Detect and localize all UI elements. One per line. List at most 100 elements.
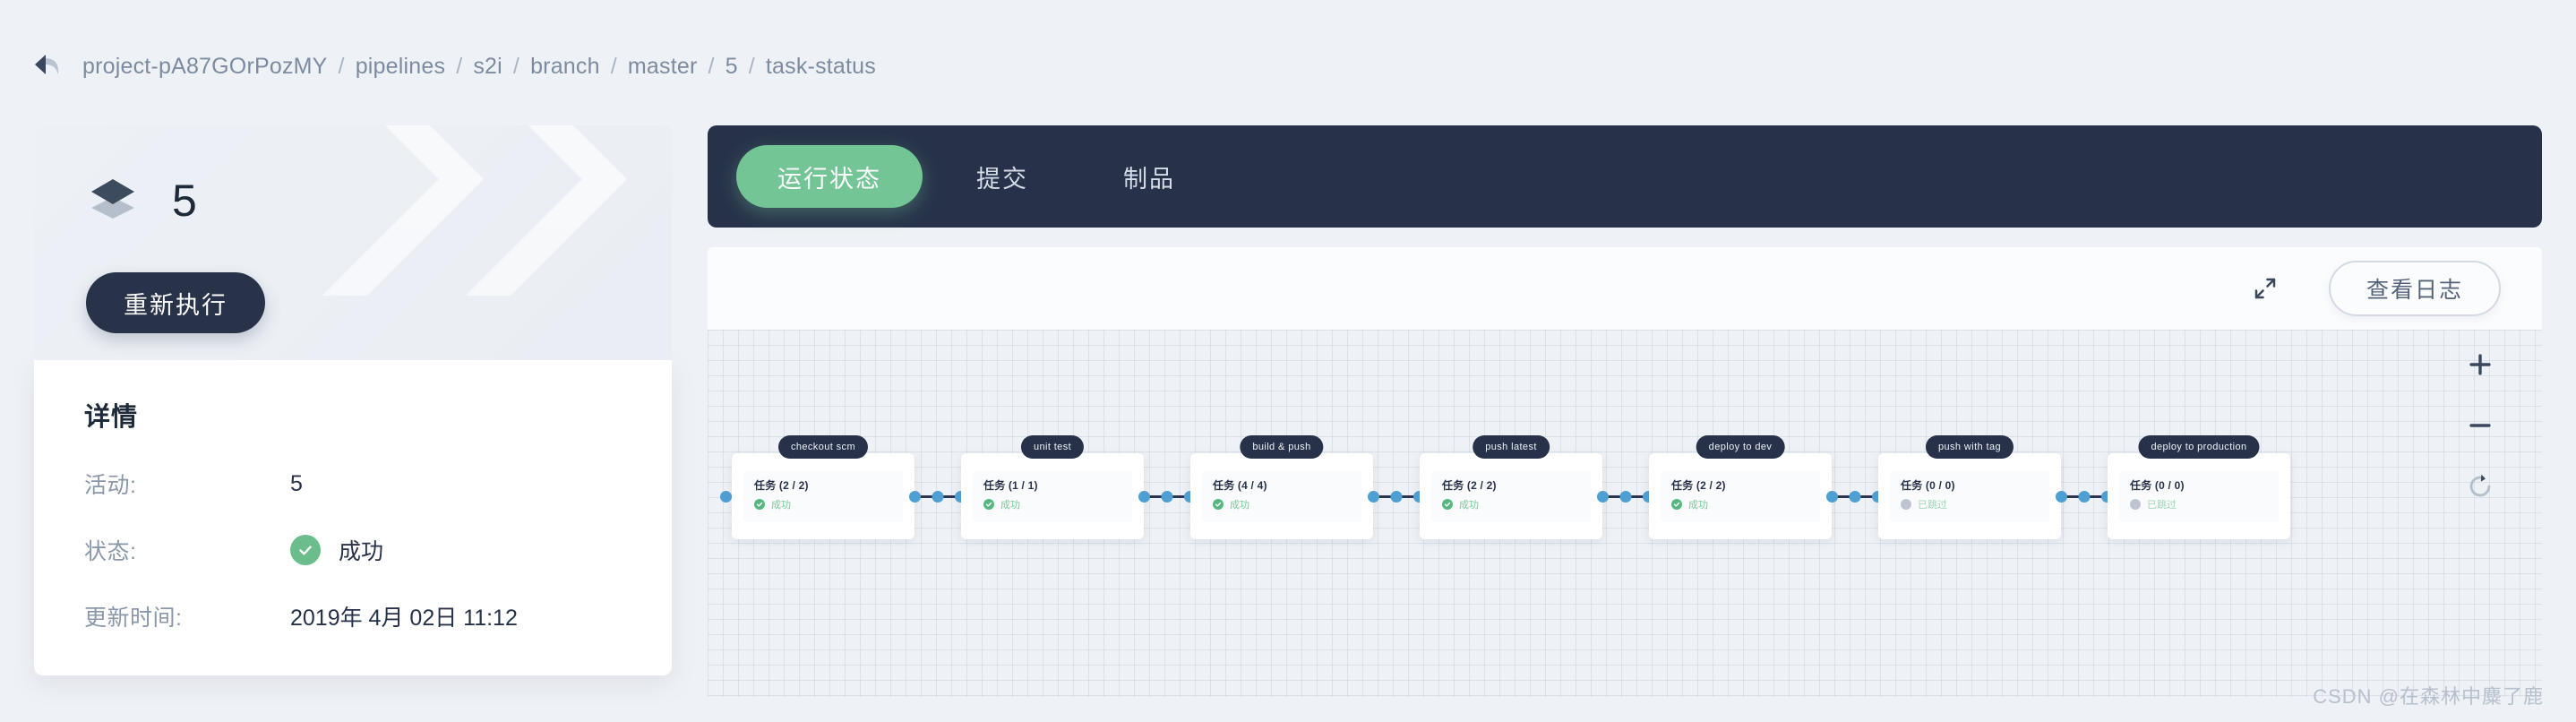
run-number: 5 (172, 176, 197, 226)
connector-node (2078, 490, 2091, 503)
detail-row-updated: 更新时间: 2019年 4月 02日 11:12 (84, 600, 622, 632)
success-check-icon (754, 499, 765, 510)
back-arrow-icon[interactable] (32, 53, 63, 80)
skipped-circle-icon (1901, 499, 1911, 510)
stage-task-count: 任务 (2 / 2) (754, 479, 809, 492)
breadcrumb-item-pipelines[interactable]: pipelines (356, 54, 445, 80)
detail-label-status: 状态: (84, 539, 137, 564)
detail-row-activity: 活动: 5 (84, 468, 622, 500)
refresh-icon[interactable] (2465, 471, 2495, 502)
breadcrumb: project-pA87GOrPozMY / pipelines / s2i /… (0, 43, 876, 90)
connector-node (909, 490, 921, 503)
zoom-controls (2465, 349, 2495, 502)
detail-row-status: 状态: 成功 (84, 534, 622, 566)
layers-icon (84, 172, 142, 229)
stage-node[interactable]: build & push 任务 (4 / 4) 成功 (1190, 435, 1373, 539)
connector-node (932, 490, 944, 503)
stage-task-count: 任务 (2 / 2) (1671, 479, 1726, 492)
stage-status-label: 已跳过 (2147, 500, 2177, 511)
stage-connector (909, 490, 966, 503)
stage-status-label: 成功 (1459, 500, 1479, 511)
stage-status-label: 成功 (771, 500, 791, 511)
tab-artifacts[interactable]: 制品 (1082, 145, 1216, 208)
breadcrumb-separator: / (456, 53, 463, 79)
breadcrumb-separator: / (610, 53, 617, 79)
stage-body: 任务 (0 / 0) 已跳过 (1890, 470, 2049, 522)
stage-node[interactable]: deploy to dev 任务 (2 / 2) 成功 (1649, 435, 1832, 539)
success-check-icon (290, 535, 321, 565)
run-hero-card: 5 重新执行 (34, 125, 672, 360)
pipeline-graph-canvas[interactable]: checkout scm 任务 (2 / 2) 成功 unit test 任务 … (708, 330, 2542, 697)
connector-node (1161, 490, 1173, 503)
stage-name-pill: push latest (1473, 435, 1550, 459)
connector-node (1597, 490, 1609, 503)
connector-node (2056, 490, 2067, 503)
breadcrumb-item-run[interactable]: 5 (726, 54, 738, 80)
success-check-icon (1671, 499, 1682, 510)
plus-icon[interactable] (2465, 349, 2495, 380)
detail-label-activity: 活动: (84, 473, 137, 498)
stage-body: 任务 (0 / 0) 已跳过 (2119, 470, 2279, 522)
view-logs-button[interactable]: 查看日志 (2328, 261, 2501, 316)
stage-name-pill: deploy to dev (1696, 435, 1785, 459)
stage-node[interactable]: push latest 任务 (2 / 2) 成功 (1420, 435, 1602, 539)
breadcrumb-item-master[interactable]: master (628, 54, 698, 80)
stage-task-count: 任务 (1 / 1) (983, 479, 1038, 492)
success-check-icon (1213, 499, 1224, 510)
stage-status: 成功 (1671, 497, 1820, 511)
fullscreen-expand-icon[interactable] (2252, 275, 2279, 302)
stage-connector (2056, 490, 2113, 503)
graph-toolbar: 查看日志 (708, 247, 2542, 330)
page-root: project-pA87GOrPozMY / pipelines / s2i /… (0, 0, 2576, 722)
run-hero-header: 5 (34, 125, 672, 229)
stage-status: 成功 (1442, 497, 1591, 511)
stage-name-pill: unit test (1020, 435, 1085, 459)
breadcrumb-separator: / (338, 53, 345, 79)
connector-node (1849, 490, 1861, 503)
stage-body: 任务 (4 / 4) 成功 (1202, 470, 1361, 522)
connector-node (1368, 490, 1379, 503)
stage-connector (1368, 490, 1425, 503)
detail-label-updated: 更新时间: (84, 606, 183, 631)
skipped-circle-icon (2130, 499, 2141, 510)
graph-start-node (720, 490, 732, 503)
minus-icon[interactable] (2465, 410, 2495, 441)
stage-task-count: 任务 (0 / 0) (2130, 479, 2185, 492)
stage-node[interactable]: checkout scm 任务 (2 / 2) 成功 (732, 435, 914, 539)
breadcrumb-separator: / (708, 53, 715, 79)
stage-status: 成功 (983, 497, 1132, 511)
stage-node[interactable]: push with tag 任务 (0 / 0) 已跳过 (1878, 435, 2061, 539)
stage-connector (1826, 490, 1884, 503)
stage-node[interactable]: deploy to production 任务 (0 / 0) 已跳过 (2108, 435, 2290, 539)
detail-value-status: 成功 (290, 534, 383, 566)
stage-status: 已跳过 (1901, 497, 2049, 511)
connector-node (1138, 490, 1150, 503)
stage-body: 任务 (2 / 2) 成功 (743, 470, 903, 522)
breadcrumb-separator: / (512, 53, 520, 79)
tab-bar: 运行状态 提交 制品 (708, 125, 2542, 228)
stage-body: 任务 (2 / 2) 成功 (1431, 470, 1591, 522)
rerun-button[interactable]: 重新执行 (86, 272, 265, 333)
stage-connector (1597, 490, 1654, 503)
breadcrumb-item-s2i[interactable]: s2i (473, 54, 502, 80)
stage-status: 成功 (754, 497, 903, 511)
stage-task-count: 任务 (0 / 0) (1901, 479, 1955, 492)
details-card: 详情 活动: 5 状态: 成功 更新时间: 2019年 4月 02日 11:12 (34, 360, 672, 675)
watermark: CSDN @在森林中麋了鹿 (2313, 685, 2544, 708)
stage-name-pill: build & push (1240, 435, 1324, 459)
connector-node (1390, 490, 1403, 503)
run-detail-panel: 运行状态 提交 制品 查看日志 checkout scm 任务 (2 / 2) … (708, 125, 2542, 697)
stage-status-label: 已跳过 (1918, 500, 1947, 511)
stage-name-pill: checkout scm (777, 435, 869, 459)
stage-task-count: 任务 (2 / 2) (1442, 479, 1497, 492)
breadcrumb-trail: project-pA87GOrPozMY / pipelines / s2i /… (82, 54, 876, 80)
breadcrumb-item-branch[interactable]: branch (530, 54, 600, 80)
success-check-icon (1442, 499, 1453, 510)
breadcrumb-item-project[interactable]: project-pA87GOrPozMY (82, 54, 328, 80)
stage-status-label: 成功 (1000, 500, 1020, 511)
stage-node[interactable]: unit test 任务 (1 / 1) 成功 (961, 435, 1144, 539)
tab-commits[interactable]: 提交 (935, 145, 1069, 208)
tab-run-status[interactable]: 运行状态 (736, 145, 923, 208)
run-summary-panel: 5 重新执行 详情 活动: 5 状态: 成功 更新时间: 2019年 4月 02… (34, 125, 672, 675)
stage-body: 任务 (1 / 1) 成功 (973, 470, 1132, 522)
